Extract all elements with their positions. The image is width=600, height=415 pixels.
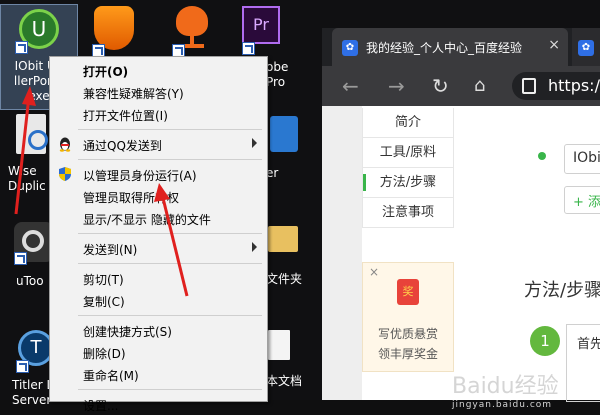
menu-item-run-as-admin[interactable]: 以管理员身份运行(A): [50, 163, 267, 185]
step-text-editor[interactable]: 首先: [566, 324, 600, 402]
side-nav-item-notes[interactable]: 注意事项: [363, 198, 453, 228]
page-content: 简介 工具/原料 方法/步骤 注意事项 IObi + 添 × 奖 写优质悬赏 领…: [322, 106, 600, 410]
text-document-icon: [268, 330, 290, 360]
menu-item-send-to[interactable]: 发送到(N): [50, 237, 267, 259]
title-input[interactable]: IObi: [564, 144, 600, 174]
menu-item-delete[interactable]: 删除(D): [50, 341, 267, 363]
promo-line-1: 写优质悬赏: [377, 327, 438, 341]
navigation-bar: ← → ↻ ⌂ https:/: [322, 66, 600, 106]
menu-item-cut[interactable]: 剪切(T): [50, 267, 267, 289]
tab-close-button[interactable]: ×: [548, 37, 560, 53]
menu-separator: [78, 389, 262, 390]
desktop-icon-wise[interactable]: Wise Duplic: [4, 110, 52, 200]
menu-item-open[interactable]: 打开(O): [50, 59, 267, 81]
menu-item-create-shortcut[interactable]: 创建快捷方式(S): [50, 319, 267, 341]
desktop-icon-label: er: [266, 166, 279, 180]
tab-baidu-experience[interactable]: ✿ 我的经验_个人中心_百度经验 ×: [332, 28, 568, 66]
menu-separator: [78, 233, 262, 234]
desktop-icon-folder[interactable]: 文件夹: [266, 226, 322, 296]
home-icon[interactable]: ⌂: [474, 74, 485, 98]
menu-item-take-ownership[interactable]: 管理员取得所有权: [50, 185, 267, 207]
address-text: https:/: [548, 76, 600, 95]
refresh-icon[interactable]: ↻: [432, 74, 449, 98]
microphone-app-icon: [176, 6, 208, 36]
step-number-badge: 1: [530, 326, 560, 356]
menu-item-settings[interactable]: 设置...: [50, 393, 267, 415]
desktop-icon-shield-app[interactable]: [90, 6, 140, 57]
promo-line-2: 领丰厚奖金: [377, 347, 438, 361]
menu-item-toggle-hidden-files[interactable]: 显示/不显示 隐藏的文件: [50, 207, 267, 229]
qq-penguin-icon: [57, 136, 73, 152]
submenu-arrow-icon: [252, 242, 257, 252]
uac-shield-icon: [57, 166, 73, 182]
menu-separator: [78, 129, 262, 130]
folder-icon: [268, 226, 298, 252]
back-icon[interactable]: ←: [342, 74, 359, 98]
desktop-icon-label: Wise Duplic: [8, 164, 46, 193]
menu-item-copy[interactable]: 复制(C): [50, 289, 267, 311]
article-side-nav: 简介 工具/原料 方法/步骤 注意事项: [362, 108, 454, 228]
promo-close-icon[interactable]: ×: [369, 265, 379, 279]
menu-item-compat-troubleshoot[interactable]: 兼容性疑难解答(Y): [50, 81, 267, 103]
reward-promo[interactable]: × 奖 写优质悬赏 领丰厚奖金: [362, 262, 454, 372]
desktop-icon-utools[interactable]: uToo: [4, 218, 54, 288]
side-nav-item-steps[interactable]: 方法/步骤: [363, 168, 453, 198]
menu-separator: [78, 263, 262, 264]
baidu-watermark: Baidu经验 jingyan.baidu.com: [452, 374, 559, 410]
reward-badge-icon: 奖: [397, 279, 419, 305]
page-margin: [322, 106, 362, 400]
desktop-icon-text-document[interactable]: 本文档: [266, 330, 322, 400]
shortcut-arrow-icon: [242, 42, 255, 55]
menu-separator: [78, 315, 262, 316]
baidu-paw-icon: ✿: [342, 40, 358, 56]
desktop-icon-microphone-app[interactable]: [168, 6, 218, 57]
desktop-icon-folder-app[interactable]: er: [266, 116, 306, 186]
section-title: 方法/步骤: [524, 280, 600, 301]
desktop-icon-label: obe Pro: [266, 60, 289, 89]
address-bar[interactable]: https:/: [512, 72, 600, 100]
desktop-icon-label: 本文档: [266, 374, 303, 388]
side-nav-item-tools[interactable]: 工具/原料: [363, 138, 453, 168]
context-menu: 打开(O) 兼容性疑难解答(Y) 打开文件位置(I) 通过QQ发送到 以管理员身…: [49, 56, 268, 413]
menu-separator: [78, 159, 262, 160]
menu-item-send-via-qq[interactable]: 通过QQ发送到: [50, 133, 267, 155]
lock-icon: [522, 78, 536, 94]
shortcut-arrow-icon: [14, 252, 27, 265]
tab-title: 我的经验_个人中心_百度经验: [366, 41, 523, 55]
premiere-pro-icon: Pr: [242, 6, 280, 44]
shortcut-arrow-icon: [15, 41, 28, 54]
desktop-icon-titler[interactable]: T Titler L Server: [4, 330, 54, 407]
desktop-icon-label: 文件夹: [266, 272, 303, 286]
browser-window: ✿ 我的经验_个人中心_百度经验 × ✿ ← → ↻ ⌂ https:/ 简介 …: [322, 28, 600, 410]
forward-icon[interactable]: →: [388, 74, 405, 98]
side-nav-item-intro[interactable]: 简介: [363, 108, 453, 138]
submenu-arrow-icon: [252, 138, 257, 148]
menu-item-open-file-location[interactable]: 打开文件位置(I): [50, 103, 267, 125]
folder-app-icon: [270, 116, 298, 152]
tab-second[interactable]: ✿: [572, 28, 600, 66]
baidu-paw-icon: ✿: [578, 40, 594, 56]
menu-item-rename[interactable]: 重命名(M): [50, 363, 267, 385]
add-button[interactable]: + 添: [564, 186, 600, 214]
shortcut-arrow-icon: [16, 360, 29, 373]
status-dot: [538, 152, 546, 160]
